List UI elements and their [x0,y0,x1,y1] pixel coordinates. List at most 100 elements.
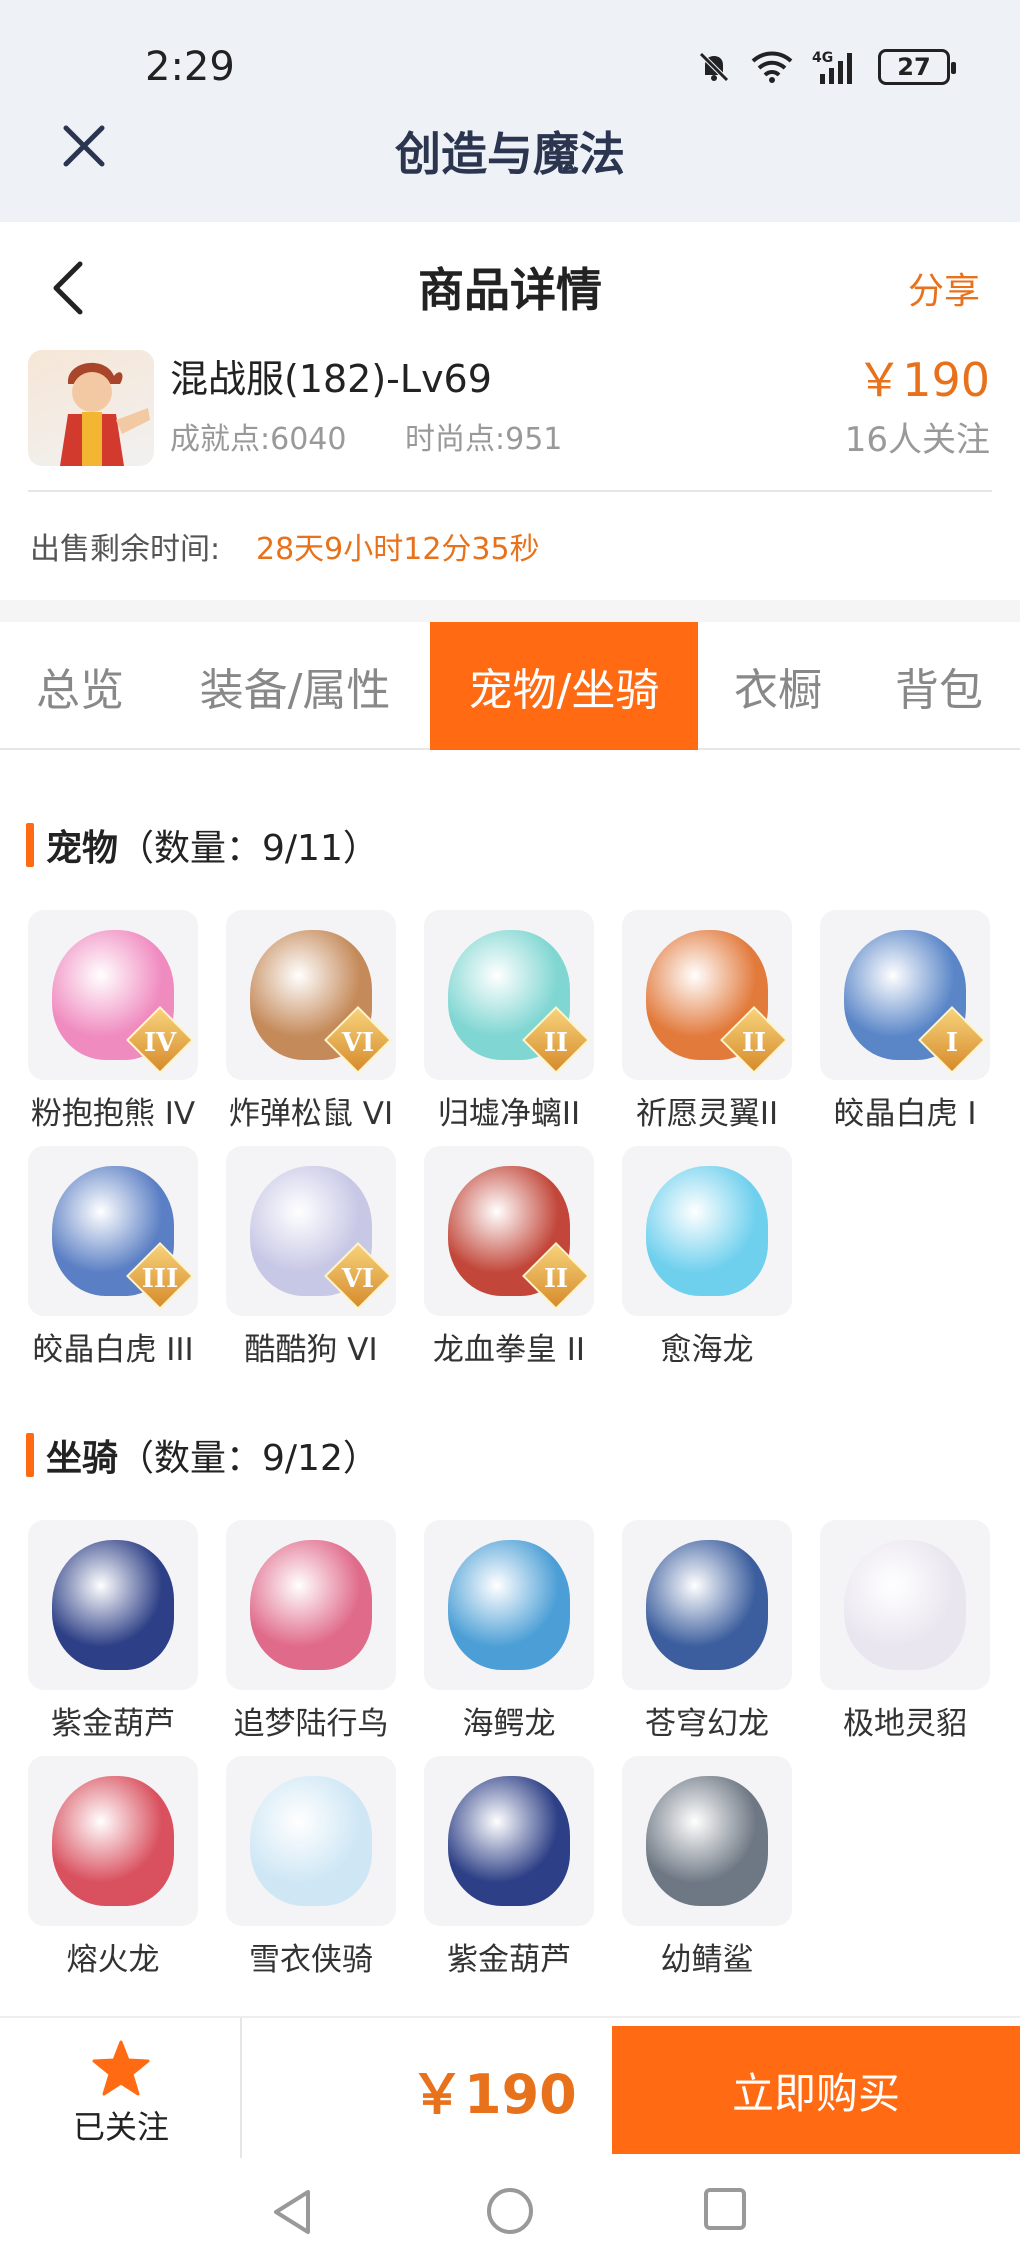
buy-now-button[interactable]: 立即购买 [612,2026,1020,2154]
mount-card [820,1520,990,1690]
pet-card: I [820,910,990,1080]
product-name: 混战服(182)-Lv69 [170,357,492,401]
pet-card: IV [28,910,198,1080]
status-icons: 4G 27 [696,48,956,86]
mount-item[interactable]: 追梦陆行鸟 [226,1520,396,1743]
rank-badge-text: II [543,1263,569,1294]
pets-section-header: 宠物 （数量：9/11） [26,822,379,869]
pet-name: 皎晶白虎 I [833,1096,977,1132]
mount-image [52,1776,174,1906]
rank-badge-text: VI [341,1027,375,1058]
tab-pets-mounts[interactable]: 宠物/坐骑 [430,622,698,750]
mount-name: 极地灵貂 [843,1706,967,1742]
mount-image [646,1540,768,1670]
bottom-price: ￥190 [410,2063,577,2126]
pet-card: VI [226,910,396,1080]
mount-name: 追梦陆行鸟 [233,1706,389,1742]
tab-overview[interactable]: 总览 [0,622,160,750]
battery-icon: 27 [878,49,956,85]
fashion-points: 时尚点:951 [405,422,563,457]
pet-name: 酷酷狗 VI [244,1332,378,1368]
mount-item[interactable]: 极地灵貂 [820,1520,990,1743]
pet-card: VI [226,1146,396,1316]
pet-item[interactable]: IV 粉抱抱熊 IV [28,910,198,1133]
rank-badge-text: IV [143,1027,177,1058]
mount-item[interactable]: 紫金葫芦 [424,1756,594,1979]
pet-item[interactable]: VI 炸弹松鼠 VI [226,910,396,1133]
follow-button[interactable]: 已关注 [0,2018,242,2160]
section-accent-bar [26,823,34,867]
bell-muted-icon [699,52,729,82]
sale-time-countdown: 28天9小时12分35秒 [256,532,540,567]
mounts-section-header: 坐骑 （数量：9/12） [26,1432,379,1479]
pet-name: 愈海龙 [660,1332,754,1368]
mount-item[interactable]: 苍穹幻龙 [622,1520,792,1743]
mount-item[interactable]: 雪衣侠骑 [226,1756,396,1979]
pet-card [622,1146,792,1316]
pet-image [646,1166,768,1296]
mount-image [448,1540,570,1670]
pet-name: 粉抱抱熊 IV [30,1096,196,1132]
share-button[interactable]: 分享 [908,262,980,314]
mount-card [28,1756,198,1926]
mount-card [622,1520,792,1690]
app-top-band: 2:29 4G 27 创造与魔法 [0,0,1020,222]
svg-text:4G: 4G [812,50,833,66]
pet-item[interactable]: II 归墟净螭II [424,910,594,1133]
mount-image [250,1776,372,1906]
pet-item[interactable]: II 龙血拳皇 II [424,1146,594,1369]
mount-name: 紫金葫芦 [51,1706,175,1742]
follower-count: 16人关注 [844,420,990,460]
pet-card: II [424,1146,594,1316]
nav-recent-icon[interactable] [702,2186,748,2232]
rank-badge-text: III [141,1263,179,1294]
mount-item[interactable]: 熔火龙 [28,1756,198,1979]
tab-backpack[interactable]: 背包 [858,622,1020,750]
rank-badge-text: VI [341,1263,375,1294]
mount-item[interactable]: 幼鲭鲨 [622,1756,792,1979]
pet-name: 皎晶白虎 III [32,1332,194,1368]
pet-card: III [28,1146,198,1316]
mount-card [424,1756,594,1926]
mount-image [52,1540,174,1670]
mounts-title: 坐骑 [46,1438,119,1479]
section-accent-bar [26,1433,34,1477]
pet-item[interactable]: 愈海龙 [622,1146,792,1369]
nav-back-icon[interactable] [270,2188,314,2236]
pet-item[interactable]: VI 酷酷狗 VI [226,1146,396,1369]
mount-name: 幼鲭鲨 [660,1942,754,1978]
mount-name: 海鳄龙 [462,1706,556,1742]
mount-item[interactable]: 紫金葫芦 [28,1520,198,1743]
tab-bar: 总览 装备/属性 宠物/坐骑 衣橱 背包 [0,622,1020,750]
character-avatar [28,350,154,466]
tab-equipment[interactable]: 装备/属性 [165,622,425,750]
pet-item[interactable]: I 皎晶白虎 I [820,910,990,1133]
pets-title: 宠物 [46,828,119,869]
pet-name: 归墟净螭II [437,1096,581,1132]
star-icon [92,2040,150,2096]
mount-card [226,1520,396,1690]
page-title: 商品详情 [418,263,602,317]
mount-item[interactable]: 海鳄龙 [424,1520,594,1743]
mount-card [28,1520,198,1690]
pet-item[interactable]: III 皎晶白虎 III [28,1146,198,1369]
rank-badge-text: II [543,1027,569,1058]
pet-card: II [622,910,792,1080]
wifi-icon [751,51,793,83]
mount-name: 紫金葫芦 [447,1942,571,1978]
mount-name: 雪衣侠骑 [249,1942,373,1978]
tab-wardrobe[interactable]: 衣橱 [698,622,858,750]
pet-name: 龙血拳皇 II [432,1332,586,1368]
pet-name: 祈愿灵翼II [635,1096,779,1132]
mount-name: 苍穹幻龙 [645,1706,769,1742]
character-image [60,362,150,466]
pet-item[interactable]: II 祈愿灵翼II [622,910,792,1133]
nav-home-icon[interactable] [485,2186,535,2236]
pets-count: （数量：9/11） [118,828,379,869]
mount-image [646,1776,768,1906]
mount-image [250,1540,372,1670]
section-gap [0,600,1020,622]
rank-badge-text: I [945,1027,959,1058]
mount-image [448,1776,570,1906]
product-price: ￥190 [856,353,990,407]
